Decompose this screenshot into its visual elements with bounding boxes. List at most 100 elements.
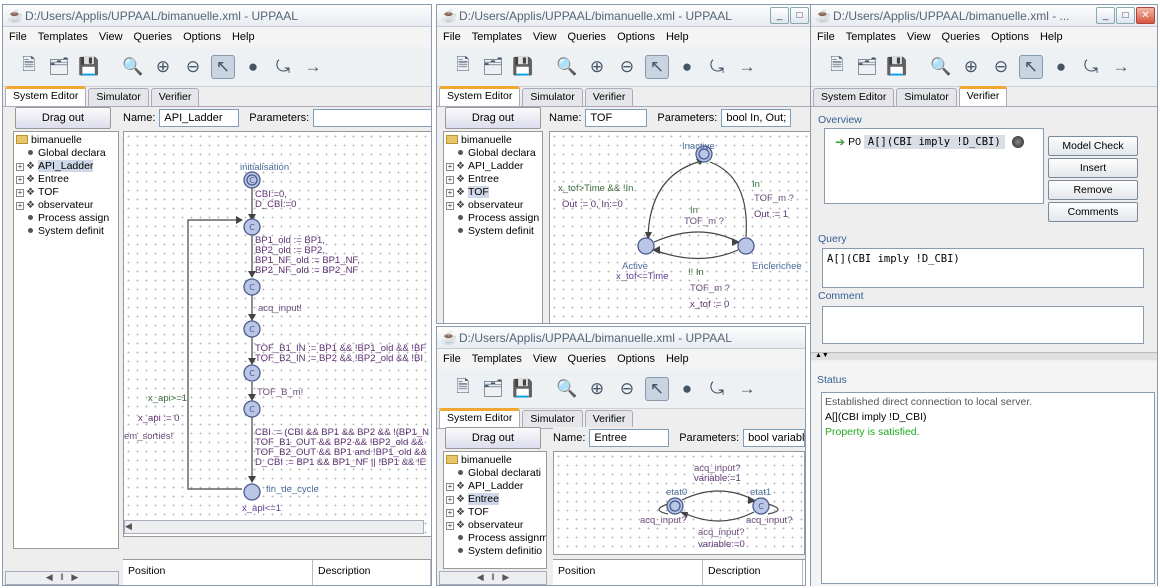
parameters-field[interactable]: bool variable	[743, 429, 805, 447]
add-location-icon[interactable]: ●	[241, 55, 265, 79]
menu-file[interactable]: File	[9, 31, 27, 43]
minimize-icon[interactable]: _	[1096, 7, 1115, 24]
zoom-in-icon[interactable]: ⊕	[585, 55, 609, 79]
tree-item-process[interactable]: Process assignm	[446, 532, 546, 545]
tree-root[interactable]: bimanuelle	[446, 454, 544, 467]
template-name-field[interactable]: API_Ladder	[159, 109, 240, 127]
menu-file[interactable]: File	[443, 353, 461, 365]
tab-verifier[interactable]: Verifier	[584, 88, 634, 106]
drag-out-button[interactable]: Drag out	[15, 107, 111, 129]
menu-templates[interactable]: Templates	[472, 31, 522, 43]
tree-item-observateur[interactable]: + ❖ observateur	[446, 519, 544, 532]
editor-canvas[interactable]: C etat0 etat1 acq_input? variable:=1 acq…	[553, 451, 805, 555]
overview-list[interactable]: ➔ P0 A[](CBI imply !D_CBI)	[824, 128, 1044, 204]
menu-options[interactable]: Options	[617, 31, 655, 43]
add-location-icon[interactable]: ●	[675, 377, 699, 401]
tree-item-global[interactable]: Global declara	[16, 147, 116, 160]
new-file-icon[interactable]: 🗎	[825, 55, 849, 79]
remove-button[interactable]: Remove	[1048, 180, 1138, 200]
query-editor[interactable]: A[](CBI imply !D_CBI)	[822, 248, 1144, 288]
expand-icon[interactable]: +	[446, 176, 454, 184]
tab-verifier[interactable]: Verifier	[958, 86, 1008, 106]
menu-view[interactable]: View	[533, 31, 557, 43]
expand-icon[interactable]: +	[446, 522, 454, 530]
add-edge-icon[interactable]: ⤿	[705, 55, 729, 79]
tree-item-system[interactable]: System definit	[16, 225, 116, 238]
tab-simulator[interactable]: Simulator	[896, 88, 957, 106]
add-location-icon[interactable]: ●	[675, 55, 699, 79]
zoom-icon[interactable]: 🔍	[121, 55, 145, 79]
tree-item-tof[interactable]: + ❖ TOF	[16, 186, 116, 199]
save-icon[interactable]: 💾	[77, 55, 101, 79]
menu-queries[interactable]: Queries	[568, 31, 607, 43]
expand-icon[interactable]: +	[446, 189, 454, 197]
tree-root[interactable]: bimanuelle	[16, 134, 116, 147]
expand-icon[interactable]: +	[16, 202, 24, 210]
new-file-icon[interactable]: 🗎	[17, 55, 41, 79]
select-arrow-icon[interactable]: ↖	[645, 54, 669, 79]
menu-queries[interactable]: Queries	[568, 353, 607, 365]
parameters-field[interactable]: bool In, Out;	[721, 109, 792, 127]
zoom-out-icon[interactable]: ⊖	[989, 55, 1013, 79]
add-edge-icon[interactable]: ⤿	[705, 377, 729, 401]
tree-item-entree[interactable]: + ❖ Entree	[446, 173, 540, 186]
comments-button[interactable]: Comments	[1048, 202, 1138, 222]
tree-item-tof[interactable]: + ❖ TOF	[446, 506, 544, 519]
query-row[interactable]: ➔ P0 A[](CBI imply !D_CBI)	[835, 135, 1024, 149]
tree-root[interactable]: bimanuelle	[446, 134, 540, 147]
template-name-field[interactable]: TOF	[585, 109, 648, 127]
zoom-icon[interactable]: 🔍	[929, 55, 953, 79]
maximize-icon[interactable]: □	[790, 7, 809, 24]
new-file-icon[interactable]: 🗎	[451, 377, 475, 401]
select-arrow-icon[interactable]: ↖	[645, 376, 669, 401]
menu-options[interactable]: Options	[183, 31, 221, 43]
expand-icon[interactable]: +	[16, 176, 24, 184]
tree-item-system[interactable]: System definitio	[446, 545, 544, 558]
zoom-out-icon[interactable]: ⊖	[181, 55, 205, 79]
tab-system-editor[interactable]: System Editor	[813, 88, 895, 106]
expand-icon[interactable]: +	[446, 509, 454, 517]
tree-item-observateur[interactable]: + ❖ observateur	[446, 199, 540, 212]
open-folder-icon[interactable]: 🗂	[855, 55, 879, 79]
tab-system-editor[interactable]: System Editor	[5, 86, 87, 106]
tab-system-editor[interactable]: System Editor	[439, 86, 521, 106]
drag-out-button[interactable]: Drag out	[445, 427, 541, 449]
editor-canvas[interactable]: Inactive x_tof>Time && !In Out := 0, In:…	[549, 131, 811, 323]
tree-item-system[interactable]: System definit	[446, 225, 540, 238]
add-nail-icon[interactable]: →	[301, 55, 325, 79]
tab-simulator[interactable]: Simulator	[522, 410, 583, 428]
tab-verifier[interactable]: Verifier	[150, 88, 200, 106]
tree-scrollbar[interactable]: ◀ ‖ ▶	[439, 571, 547, 585]
menu-queries[interactable]: Queries	[942, 31, 981, 43]
menu-help[interactable]: Help	[1040, 31, 1063, 43]
menu-options[interactable]: Options	[617, 353, 655, 365]
add-location-icon[interactable]: ●	[1049, 55, 1073, 79]
menu-file[interactable]: File	[817, 31, 835, 43]
zoom-out-icon[interactable]: ⊖	[615, 55, 639, 79]
add-edge-icon[interactable]: ⤿	[271, 55, 295, 79]
tree-item-api-ladder[interactable]: + ❖ API_Ladder	[16, 160, 116, 173]
tab-system-editor[interactable]: System Editor	[439, 408, 521, 428]
open-folder-icon[interactable]: 🗂	[481, 377, 505, 401]
expand-icon[interactable]: +	[446, 163, 454, 171]
new-file-icon[interactable]: 🗎	[451, 55, 475, 79]
zoom-in-icon[interactable]: ⊕	[959, 55, 983, 79]
menu-templates[interactable]: Templates	[38, 31, 88, 43]
maximize-icon[interactable]: □	[1116, 7, 1135, 24]
tree-item-process[interactable]: Process assign	[446, 212, 540, 225]
open-folder-icon[interactable]: 🗂	[481, 55, 505, 79]
tree-item-global[interactable]: Global declarati	[446, 467, 544, 480]
menu-help[interactable]: Help	[232, 31, 255, 43]
tree-item-entree[interactable]: + ❖ Entree	[16, 173, 116, 186]
tree-item-api-ladder[interactable]: + ❖ API_Ladder	[446, 480, 544, 493]
menu-options[interactable]: Options	[991, 31, 1029, 43]
tab-simulator[interactable]: Simulator	[88, 88, 149, 106]
expand-icon[interactable]: +	[446, 483, 454, 491]
save-icon[interactable]: 💾	[511, 55, 535, 79]
add-nail-icon[interactable]: →	[735, 55, 759, 79]
minimize-icon[interactable]: _	[770, 7, 789, 24]
model-check-button[interactable]: Model Check	[1048, 136, 1138, 156]
save-icon[interactable]: 💾	[511, 377, 535, 401]
menu-help[interactable]: Help	[666, 353, 689, 365]
tree-item-api-ladder[interactable]: + ❖ API_Ladder	[446, 160, 540, 173]
